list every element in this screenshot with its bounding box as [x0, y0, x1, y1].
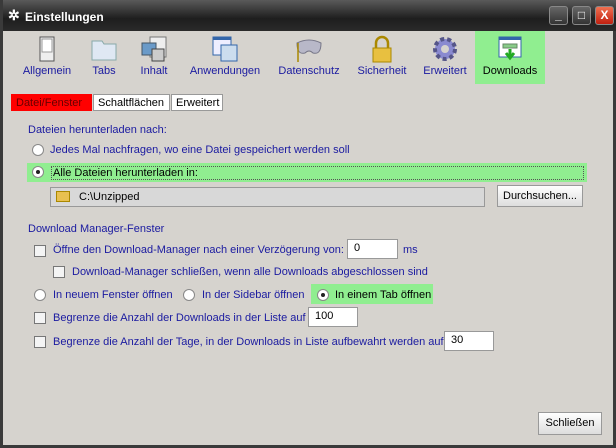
toolbar-tabs[interactable]: Tabs	[83, 31, 125, 84]
open-delay-label: Öffne den Download-Manager nach einer Ve…	[53, 244, 344, 256]
content-icon	[141, 36, 167, 62]
radio-tab[interactable]	[317, 289, 329, 301]
toolbar-label: Inhalt	[140, 65, 168, 77]
checkbox-limit-days[interactable]	[34, 336, 46, 348]
download-icon	[498, 36, 522, 61]
applications-icon	[212, 36, 238, 62]
radio-new-window[interactable]	[34, 289, 46, 301]
download-path-field: C:\Unzipped	[50, 187, 485, 207]
browse-button[interactable]: Durchsuchen...	[497, 185, 583, 207]
radio-ask-each-time[interactable]	[32, 144, 44, 156]
limit-downloads-input[interactable]: 100	[308, 307, 358, 327]
toolbar-datenschutz[interactable]: Datenschutz	[273, 31, 345, 84]
switch-icon	[39, 36, 55, 62]
subtab-schaltflaechen[interactable]: Schaltflächen	[93, 94, 170, 111]
ask-each-time-label: Jedes Mal nachfragen, wo eine Datei gesp…	[50, 144, 350, 156]
limit-days-input[interactable]: 30	[444, 331, 494, 351]
settings-window: ✲ Einstellungen _ □ X Allgemein Tabs Inh…	[0, 0, 616, 448]
subtab-datei-fenster[interactable]: Datei/Fenster	[11, 94, 92, 111]
subtab-erweitert[interactable]: Erweitert	[171, 94, 223, 111]
toolbar-label: Allgemein	[22, 65, 72, 77]
title-bar: ✲ Einstellungen _ □ X	[3, 0, 616, 31]
mask-icon	[296, 39, 322, 62]
gear-icon: ✲	[8, 7, 20, 23]
minimize-button[interactable]: _	[549, 6, 568, 25]
toolbar-inhalt[interactable]: Inhalt	[131, 31, 177, 84]
new-window-label: In neuem Fenster öffnen	[53, 289, 173, 301]
folder-tabs-icon	[91, 40, 117, 61]
toolbar-allgemein[interactable]: Allgemein	[17, 31, 77, 84]
delay-unit: ms	[403, 244, 418, 256]
radio-sidebar[interactable]	[183, 289, 195, 301]
toolbar-label: Downloads	[482, 65, 538, 77]
manager-heading: Download Manager-Fenster	[28, 223, 165, 235]
toolbar-label: Tabs	[92, 65, 116, 77]
toolbar-sicherheit[interactable]: Sicherheit	[353, 31, 411, 84]
toolbar-label: Erweitert	[423, 65, 467, 77]
toolbar-anwendungen[interactable]: Anwendungen	[185, 31, 265, 84]
toolbar-downloads[interactable]: Downloads	[475, 31, 545, 84]
gear-icon	[433, 37, 457, 61]
toolbar-label: Sicherheit	[357, 65, 407, 77]
window-title: Einstellungen	[25, 10, 104, 24]
download-heading: Dateien herunterladen nach:	[28, 124, 167, 136]
tab-label: In einem Tab öffnen	[335, 289, 432, 301]
delay-input[interactable]: 0	[347, 239, 398, 259]
checkbox-limit-downloads[interactable]	[34, 312, 46, 324]
checkbox-open-delay[interactable]	[34, 245, 46, 257]
toolbar-label: Datenschutz	[278, 65, 340, 77]
toolbar-erweitert[interactable]: Erweitert	[419, 31, 471, 84]
checkbox-close-when-done[interactable]	[53, 266, 65, 278]
folder-icon	[56, 191, 70, 202]
close-when-done-label: Download-Manager schließen, wenn alle Do…	[72, 266, 428, 278]
download-path: C:\Unzipped	[79, 191, 140, 203]
sidebar-label: In der Sidebar öffnen	[202, 289, 305, 301]
limit-downloads-label: Begrenze die Anzahl der Downloads in der…	[53, 312, 306, 324]
lock-icon	[372, 35, 392, 63]
limit-days-label: Begrenze die Anzahl der Tage, in der Dow…	[53, 336, 444, 348]
radio-download-to[interactable]	[32, 166, 44, 178]
close-button[interactable]: X	[595, 6, 614, 25]
close-dialog-button[interactable]: Schließen	[538, 412, 602, 435]
maximize-button[interactable]: □	[572, 6, 591, 25]
toolbar-label: Anwendungen	[189, 65, 261, 77]
download-to-label: Alle Dateien herunterladen in:	[51, 166, 584, 180]
